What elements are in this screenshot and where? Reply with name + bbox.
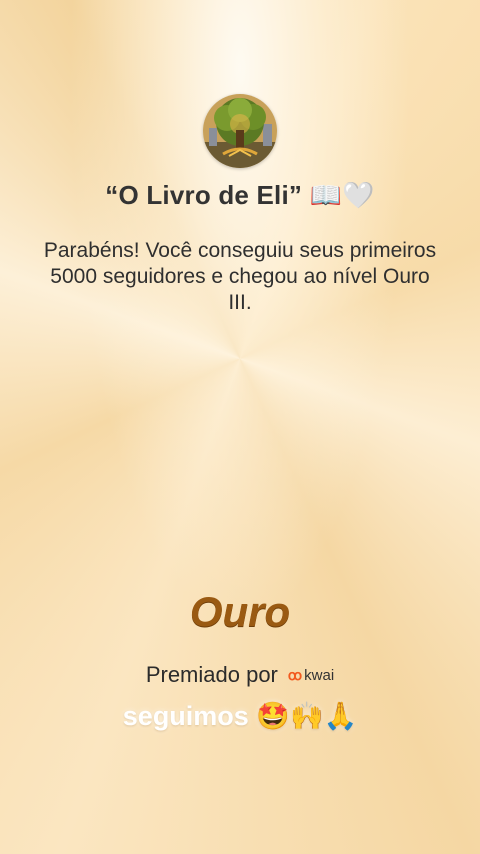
caption-emojis: 🤩🙌🙏	[256, 701, 358, 731]
caption-text: seguimos	[122, 701, 249, 731]
profile-name: “O Livro de Eli” 📖🤍	[0, 180, 480, 211]
awarded-by: Premiado por ꝏ kwai	[0, 662, 480, 688]
kwai-logo-icon: ꝏ kwai	[288, 667, 334, 684]
tree-avatar-icon[interactable]	[203, 94, 277, 168]
level-badge-text: Ouro	[189, 588, 291, 635]
profile-name-text: “O Livro de Eli”	[105, 180, 303, 210]
awarded-label: Premiado por	[145, 662, 278, 687]
kwai-brand-name: kwai	[304, 666, 335, 684]
achievement-message: Parabéns! Você conseguiu seus primeiros …	[43, 239, 437, 314]
kwai-mark: ꝏ	[287, 666, 303, 683]
caption: seguimos 🤩🙌🙏	[0, 700, 480, 732]
book-heart-emoji-icon: 📖🤍	[309, 180, 375, 210]
